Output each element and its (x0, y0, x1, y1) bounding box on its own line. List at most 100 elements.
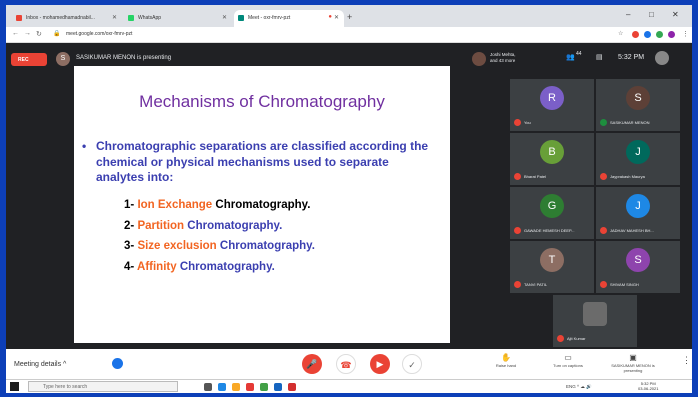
item-highlight: Affinity (137, 260, 177, 273)
slide-list: 1- Ion Exchange Chromatography. 2- Parti… (124, 195, 424, 277)
tab-meet[interactable]: Meet - oxr-fmrv-pzt ● ✕ (234, 10, 344, 27)
participant-tile[interactable]: T TANVI PATIL (510, 241, 594, 293)
clock: 5:32 PM (618, 54, 645, 61)
participant-name: Ajit Kumar (567, 336, 586, 341)
participant-tile[interactable]: S SASIKUMAR MENON (596, 79, 680, 131)
tab-whatsapp[interactable]: WhatsApp ✕ (124, 10, 232, 27)
shield-icon[interactable] (112, 358, 123, 369)
captions-icon: ▭ (564, 353, 572, 362)
present-icon: ▣ (629, 353, 637, 362)
participant-avatar: S (626, 248, 650, 272)
camera-toggle-button[interactable]: ▶ (370, 354, 390, 374)
mic-off-icon (600, 281, 607, 288)
participant-avatar: G (540, 194, 564, 218)
forward-icon[interactable]: → (24, 30, 31, 37)
participant-photo (583, 302, 607, 326)
reload-icon[interactable]: ↻ (36, 30, 42, 38)
item-highlight: Partition (137, 219, 185, 232)
chat-icon[interactable]: ▤ (596, 53, 603, 61)
participant-name: Bharat Patel (524, 174, 547, 179)
item-rest: Chromatography. (179, 260, 275, 273)
star-icon[interactable]: ☆ (618, 30, 623, 37)
participant-tile[interactable]: Ajit Kumar (553, 295, 637, 347)
mic-off-icon (600, 227, 607, 234)
file-explorer-icon[interactable] (232, 383, 240, 391)
lock-icon: 🔒 (53, 31, 61, 37)
taskbar-date: 03-06-2021 (638, 386, 659, 391)
participant-tile[interactable]: B Bharat Patel (510, 133, 594, 185)
tab-gmail[interactable]: Inbox - mohamedhamadnabil... ✕ (12, 10, 122, 27)
system-tray[interactable]: ENG ^ ☁ 🔊 (566, 384, 592, 390)
chevron-up-icon: ^ (63, 361, 67, 368)
taskbar-clock[interactable]: 5:32 PM 03-06-2021 (638, 381, 658, 391)
meeting-details-button[interactable]: Meeting details ^ (14, 361, 66, 368)
browser-menu-icon[interactable]: ⋮ (682, 30, 689, 38)
taskbar-search[interactable]: Type here to search (28, 381, 178, 392)
list-item: 4- Affinity Chromatography. (124, 257, 424, 278)
windows-start-icon[interactable] (10, 382, 19, 391)
captions-button[interactable]: ▭ Turn on captions (546, 353, 590, 368)
tab-title: Meet - oxr-fmrv-pzt (248, 15, 291, 21)
task-view-icon[interactable] (204, 383, 212, 391)
presenting-label: SASIKUMAR MENON is presenting (611, 363, 655, 373)
participant-tile[interactable]: S SHIVAM SINGH (596, 241, 680, 293)
list-item: 3- Size exclusion Chromatography. (124, 236, 424, 257)
close-tab-icon[interactable]: ✕ (222, 14, 227, 21)
new-tab-button[interactable]: + (347, 12, 352, 22)
mic-off-icon (514, 281, 521, 288)
recording-dot-icon: ● (328, 14, 332, 20)
extension-icon[interactable] (644, 31, 651, 38)
hand-icon: ✋ (501, 353, 511, 362)
app-icon[interactable] (274, 383, 282, 391)
slide-bullet: • Chromatographic separations are classi… (82, 139, 436, 186)
participant-avatar: B (540, 140, 564, 164)
rec-label: REC (18, 57, 29, 63)
participant-name: SHIVAM SINGH (610, 282, 639, 287)
presenting-text: SASIKUMAR MENON is presenting (76, 55, 172, 61)
gmail-icon (16, 15, 22, 21)
speaking-icon (600, 119, 607, 126)
chrome-icon[interactable] (260, 383, 268, 391)
tab-strip: Inbox - mohamedhamadnabil... ✕ WhatsApp … (6, 5, 692, 27)
participants-label: Joshi Mehta, and 43 more (490, 52, 516, 63)
presenter-avatar: S (56, 52, 70, 66)
back-icon[interactable]: ← (12, 30, 19, 37)
minimize-button[interactable]: – (626, 10, 630, 19)
acrobat-icon[interactable] (288, 383, 296, 391)
participant-tile[interactable]: G GAWADE HEMESH DEEP... (510, 187, 594, 239)
participant-avatar: J (626, 194, 650, 218)
extension-icon[interactable] (656, 31, 663, 38)
close-tab-icon[interactable]: ✕ (334, 14, 339, 21)
meet-stage: REC S SASIKUMAR MENON is presenting Mech… (6, 43, 692, 349)
self-avatar (655, 51, 669, 65)
url-field[interactable]: meet.google.com/oxr-fmrv-pzt (66, 31, 132, 37)
presenting-button[interactable]: ▣ SASIKUMAR MENON is presenting (610, 353, 656, 373)
profile-avatar[interactable] (668, 31, 675, 38)
participant-tile[interactable]: R You (510, 79, 594, 131)
whatsapp-icon (128, 15, 134, 21)
participant-name: You (524, 120, 531, 125)
participant-count: 44 (576, 51, 582, 57)
item-rest: Chromatography. (187, 219, 283, 232)
leave-call-button[interactable]: ☎ (336, 354, 356, 374)
app-icon[interactable] (246, 383, 254, 391)
bullet-text: Chromatographic separations are classifi… (96, 139, 429, 184)
raise-hand-button[interactable]: ✋ Raise hand (488, 353, 524, 368)
list-item: 2- Partition Chromatography. (124, 216, 424, 237)
close-tab-icon[interactable]: ✕ (112, 14, 117, 21)
participant-name: TANVI PATIL (524, 282, 548, 287)
participant-tile[interactable]: J Jayprakash Maurya (596, 133, 680, 185)
more-options-button[interactable]: ⋮ (682, 356, 691, 365)
mic-toggle-button[interactable]: 🎤 (302, 354, 322, 374)
mic-off-icon (514, 227, 521, 234)
people-icon[interactable]: 👥 (566, 53, 575, 61)
participant-name: GAWADE HEMESH DEEP... (524, 228, 575, 233)
participant-tile[interactable]: J JADHAV MAHESH BH... (596, 187, 680, 239)
close-window-button[interactable]: ✕ (672, 10, 679, 19)
present-status-icon[interactable]: ✓ (402, 354, 422, 374)
maximize-button[interactable]: □ (649, 10, 654, 19)
item-number: 1- (124, 199, 135, 211)
list-item: 1- Ion Exchange Chromatography. (124, 195, 424, 216)
edge-icon[interactable] (218, 383, 226, 391)
extension-icon[interactable] (632, 31, 639, 38)
